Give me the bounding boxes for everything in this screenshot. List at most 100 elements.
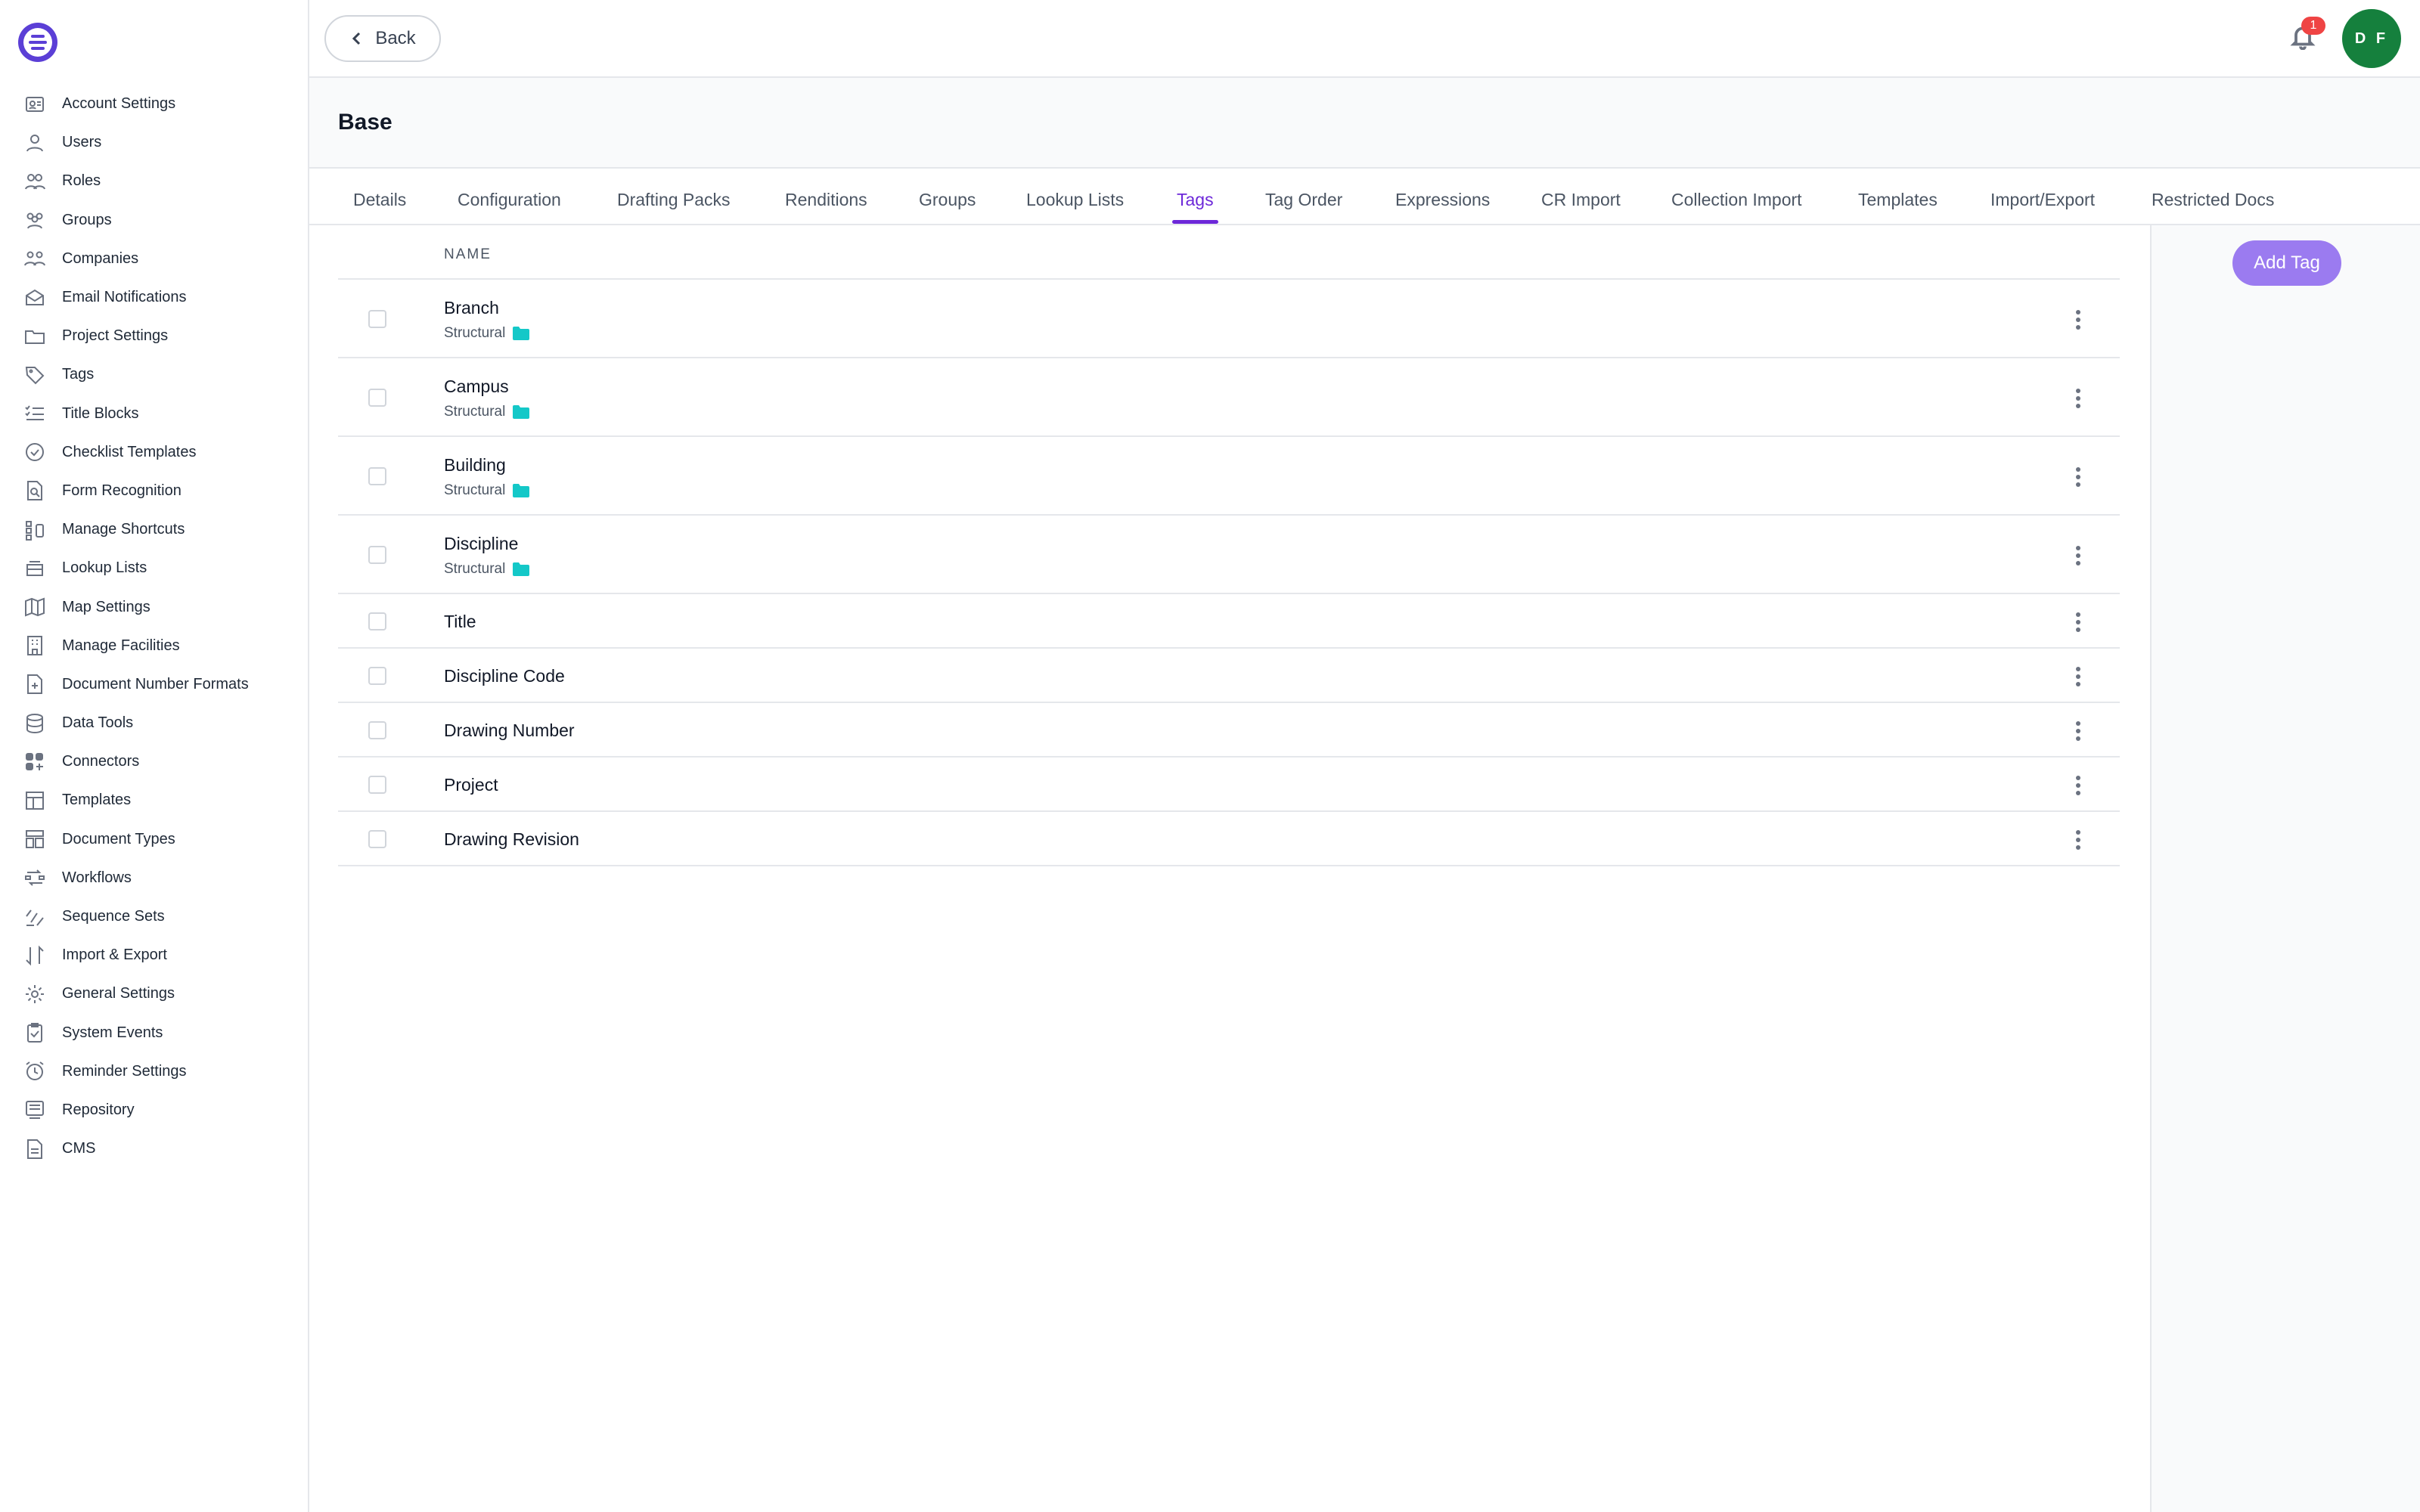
folder-icon (23, 324, 47, 349)
tab-expressions[interactable]: Expressions (1395, 190, 1490, 210)
sidebar-item-import-and-export[interactable]: Import & Export (0, 936, 308, 974)
stack-icon (23, 556, 47, 581)
sidebar-item-data-tools[interactable]: Data Tools (0, 704, 308, 742)
table-body: Branch Structural Campus Structural Building… (338, 280, 2120, 866)
tab-configuration[interactable]: Configuration (458, 190, 561, 210)
sidebar-item-label: Lookup Lists (62, 559, 147, 577)
row-checkbox[interactable] (368, 389, 386, 407)
row-checkbox[interactable] (368, 776, 386, 794)
sidebar-item-label: Connectors (62, 753, 140, 770)
user-avatar[interactable]: D F (2342, 9, 2401, 68)
document-icon (23, 1137, 47, 1161)
table-row[interactable]: Campus Structural (338, 358, 2120, 437)
table-row[interactable]: Branch Structural (338, 280, 2120, 358)
tab-templates[interactable]: Templates (1858, 190, 1938, 210)
table-row[interactable]: Drawing Revision (338, 812, 2120, 866)
row-checkbox[interactable] (368, 546, 386, 564)
sidebar-item-project-settings[interactable]: Project Settings (0, 317, 308, 355)
sidebar-item-groups[interactable]: Groups (0, 201, 308, 240)
sidebar-item-label: Import & Export (62, 947, 167, 964)
tab-groups[interactable]: Groups (919, 190, 976, 210)
sidebar-item-manage-shortcuts[interactable]: Manage Shortcuts (0, 510, 308, 549)
row-checkbox[interactable] (368, 721, 386, 739)
more-options-icon[interactable] (2074, 721, 2082, 741)
checklist-icon (23, 401, 47, 426)
table-row[interactable]: Discipline Structural (338, 516, 2120, 594)
add-tag-button[interactable]: Add Tag (2232, 240, 2341, 286)
table-row[interactable]: Discipline Code (338, 649, 2120, 703)
more-options-icon[interactable] (2074, 612, 2082, 632)
sidebar-item-document-number-formats[interactable]: Document Number Formats (0, 665, 308, 704)
tag-type-label: Structural (444, 404, 506, 420)
more-options-icon[interactable] (2074, 667, 2082, 686)
tab-restricted-docs[interactable]: Restricted Docs (2152, 190, 2274, 210)
app-logo[interactable] (18, 23, 57, 62)
sidebar-item-connectors[interactable]: Connectors (0, 742, 308, 781)
sidebar-item-email-notifications[interactable]: Email Notifications (0, 278, 308, 317)
tag-type: Structural (444, 404, 530, 420)
sidebar-item-title-blocks[interactable]: Title Blocks (0, 395, 308, 433)
more-options-icon[interactable] (2074, 310, 2082, 330)
sidebar-item-map-settings[interactable]: Map Settings (0, 587, 308, 626)
table-row[interactable]: Drawing Number (338, 703, 2120, 758)
sidebar-item-sequence-sets[interactable]: Sequence Sets (0, 897, 308, 936)
tab-drafting-packs[interactable]: Drafting Packs (617, 190, 731, 210)
back-button[interactable]: Back (324, 15, 441, 62)
tag-type-label: Structural (444, 482, 506, 498)
sidebar-item-lookup-lists[interactable]: Lookup Lists (0, 549, 308, 587)
sidebar-item-label: Reminder Settings (62, 1062, 187, 1080)
table-row[interactable]: Title (338, 594, 2120, 649)
row-checkbox[interactable] (368, 667, 386, 685)
tag-name: Drawing Number (444, 720, 575, 740)
actions-panel: Add Tag (2150, 225, 2420, 1512)
table-row[interactable]: Building Structural (338, 437, 2120, 516)
sidebar-item-label: Checklist Templates (62, 443, 197, 460)
sidebar-item-companies[interactable]: Companies (0, 240, 308, 278)
tag-type: Structural (444, 482, 530, 499)
tab-import-export[interactable]: Import/Export (1990, 190, 2095, 210)
more-options-icon[interactable] (2074, 776, 2082, 795)
tab-details[interactable]: Details (353, 190, 406, 210)
sidebar-item-users[interactable]: Users (0, 123, 308, 162)
sidebar-item-label: Companies (62, 249, 139, 267)
sidebar-item-label: Roles (62, 172, 101, 190)
row-checkbox[interactable] (368, 310, 386, 328)
sidebar-item-workflows[interactable]: Workflows (0, 859, 308, 897)
sidebar-item-system-events[interactable]: System Events (0, 1014, 308, 1052)
row-checkbox[interactable] (368, 612, 386, 631)
sidebar-item-label: Manage Shortcuts (62, 521, 185, 538)
column-header-name: NAME (444, 246, 492, 262)
page-header: Base (309, 78, 2420, 169)
tag-name: Drawing Revision (444, 829, 579, 849)
users-icon (23, 131, 47, 155)
row-checkbox[interactable] (368, 467, 386, 485)
sidebar-item-tags[interactable]: Tags (0, 355, 308, 394)
sidebar-item-document-types[interactable]: Document Types (0, 820, 308, 859)
more-options-icon[interactable] (2074, 546, 2082, 565)
tab-cr-import[interactable]: CR Import (1541, 190, 1621, 210)
more-options-icon[interactable] (2074, 830, 2082, 850)
tab-lookup-lists[interactable]: Lookup Lists (1026, 190, 1124, 210)
table-row[interactable]: Project (338, 758, 2120, 812)
tab-renditions[interactable]: Renditions (785, 190, 867, 210)
map-icon (23, 595, 47, 619)
sidebar-item-reminder-settings[interactable]: Reminder Settings (0, 1052, 308, 1091)
database-icon (23, 711, 47, 736)
row-checkbox[interactable] (368, 830, 386, 848)
tab-collection-import[interactable]: Collection Import (1671, 190, 1802, 210)
more-options-icon[interactable] (2074, 389, 2082, 408)
more-options-icon[interactable] (2074, 467, 2082, 487)
sidebar-item-label: CMS (62, 1140, 96, 1157)
sidebar-item-checklist-templates[interactable]: Checklist Templates (0, 433, 308, 472)
repository-icon (23, 1098, 47, 1122)
sidebar-item-cms[interactable]: CMS (0, 1129, 308, 1168)
sidebar-item-manage-facilities[interactable]: Manage Facilities (0, 627, 308, 665)
sidebar-item-repository[interactable]: Repository (0, 1091, 308, 1129)
sidebar-item-templates[interactable]: Templates (0, 781, 308, 820)
tab-tags[interactable]: Tags (1177, 190, 1214, 210)
sidebar-item-account-settings[interactable]: Account Settings (0, 85, 308, 123)
sidebar-item-form-recognition[interactable]: Form Recognition (0, 472, 308, 510)
sidebar-item-general-settings[interactable]: General Settings (0, 974, 308, 1013)
sidebar-item-roles[interactable]: Roles (0, 162, 308, 200)
tab-tag-order[interactable]: Tag Order (1265, 190, 1342, 210)
